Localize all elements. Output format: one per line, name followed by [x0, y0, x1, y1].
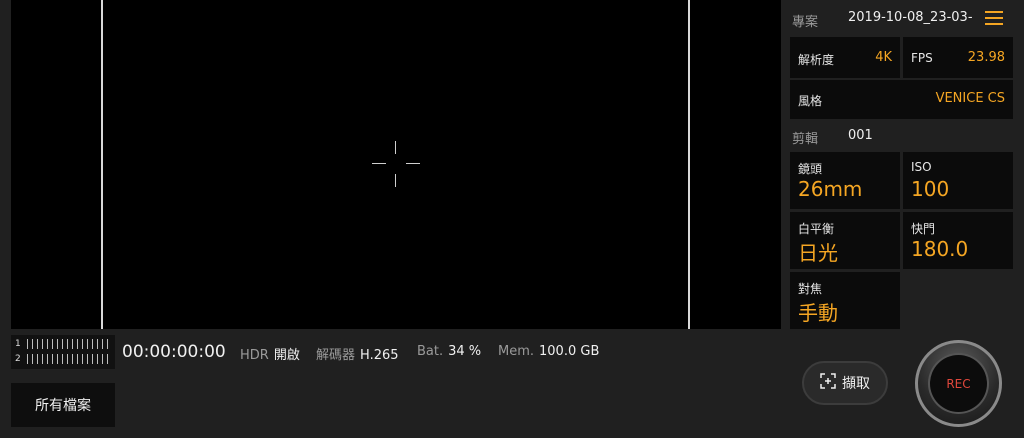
record-button[interactable]: REC	[915, 340, 1002, 427]
hdr-status: HDR 開啟	[240, 344, 300, 363]
lens-label: 鏡頭	[798, 162, 823, 176]
battery-value: 34 %	[448, 344, 482, 359]
white-balance-value: 日光	[798, 241, 838, 265]
shutter-value: 180.0	[911, 237, 969, 261]
look-value: VENICE CS	[935, 91, 1005, 106]
battery-label: Bat.	[417, 344, 444, 359]
memory-label: Mem.	[498, 344, 535, 359]
timecode: 00:00:00:00	[122, 342, 226, 362]
clip-value: 001	[848, 128, 873, 143]
viewfinder[interactable]	[11, 0, 781, 329]
white-balance-label: 白平衡	[798, 222, 835, 236]
hamburger-menu-icon[interactable]	[985, 11, 1003, 25]
iso-value: 100	[911, 177, 950, 201]
frame-guide-right	[688, 0, 690, 329]
fps-setting[interactable]: FPS 23.98	[903, 37, 1013, 78]
audio-channel-1-label: 1	[15, 339, 21, 349]
shutter-setting[interactable]: 快門 180.0	[903, 212, 1013, 269]
focus-value: 手動	[798, 301, 838, 325]
look-setting[interactable]: 風格 VENICE CS	[790, 80, 1013, 119]
capture-frame-icon	[820, 373, 836, 393]
audio-channel-1-bars	[27, 339, 111, 349]
focus-label: 對焦	[798, 282, 823, 296]
audio-channel-2-bars	[27, 354, 111, 364]
shutter-label: 快門	[911, 222, 936, 236]
resolution-label: 解析度	[798, 53, 835, 67]
clip-label: 剪輯	[792, 132, 819, 147]
frame-guide-left	[101, 0, 103, 329]
codec-value: H.265	[360, 348, 399, 363]
resolution-value: 4K	[875, 50, 892, 65]
battery-status: Bat. 34 %	[417, 344, 481, 359]
project-label: 專案	[792, 15, 819, 30]
audio-level-meter: 1 2	[11, 335, 115, 369]
memory-value: 100.0 GB	[539, 344, 600, 359]
hdr-label: HDR	[240, 348, 269, 363]
lens-setting[interactable]: 鏡頭 26mm	[790, 152, 900, 209]
audio-channel-2-label: 2	[15, 354, 21, 364]
codec-status: 解碼器 H.265	[316, 344, 399, 363]
all-files-button[interactable]: 所有檔案	[11, 383, 115, 427]
look-label: 風格	[798, 94, 823, 108]
record-button-label: REC	[930, 355, 987, 412]
fps-value: 23.98	[967, 50, 1005, 65]
lens-value: 26mm	[798, 177, 863, 201]
iso-label: ISO	[911, 160, 932, 174]
codec-label: 解碼器	[316, 348, 356, 363]
capture-label: 擷取	[842, 376, 870, 392]
project-name[interactable]: 2019-10-08_23-03-	[848, 10, 978, 25]
memory-status: Mem. 100.0 GB	[498, 344, 599, 359]
fps-label: FPS	[911, 51, 933, 65]
focus-setting[interactable]: 對焦 手動	[790, 272, 900, 329]
iso-setting[interactable]: ISO 100	[903, 152, 1013, 209]
white-balance-setting[interactable]: 白平衡 日光	[790, 212, 900, 269]
hdr-value: 開啟	[273, 348, 300, 363]
resolution-setting[interactable]: 解析度 4K	[790, 37, 900, 78]
capture-button[interactable]: 擷取	[802, 361, 888, 405]
